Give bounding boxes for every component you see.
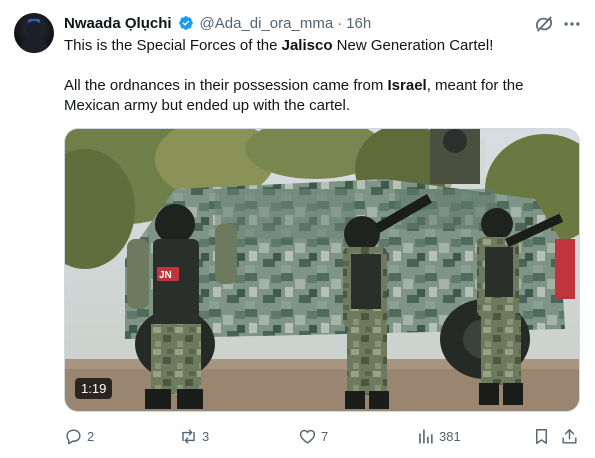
verified-badge-icon: [178, 16, 193, 30]
line2-pre: All the ordnances in their possession ca…: [64, 77, 388, 94]
tweet-text-line-3: Mexican army but ended up with the carte…: [64, 97, 350, 114]
reply-count: 2: [87, 428, 95, 444]
heart-icon: [299, 429, 316, 444]
repost-button[interactable]: 3: [179, 425, 209, 447]
bookmark-icon: [536, 428, 547, 444]
more-icon[interactable]: [562, 14, 582, 34]
separator-dot: ·: [337, 14, 343, 32]
avatar[interactable]: [14, 13, 54, 53]
line1-post: New Generation Cartel!: [332, 37, 494, 54]
views-icon: [419, 428, 433, 444]
reply-button[interactable]: 2: [64, 425, 94, 447]
line2-post: , meant for the: [426, 77, 524, 94]
repost-icon: [182, 428, 195, 444]
tweet-time[interactable]: 16h: [346, 15, 371, 32]
views-button[interactable]: 381: [416, 425, 461, 447]
like-count: 7: [321, 428, 329, 444]
video-player[interactable]: JN 1:19: [64, 128, 580, 412]
like-button[interactable]: 7: [298, 425, 328, 447]
video-frame: JN: [65, 129, 579, 411]
author-handle[interactable]: @Ada_di_ora_mma: [200, 15, 334, 32]
line1-bold: Jalisco: [281, 37, 333, 54]
author-name[interactable]: Nwaada Ọlụchi: [64, 15, 172, 32]
repost-count: 3: [202, 428, 210, 444]
views-count: 381: [439, 428, 461, 444]
avatar-shoulders: [19, 38, 49, 53]
patch-text: JN: [159, 270, 172, 281]
tweet-header: Nwaada Ọlụchi @Ada_di_ora_mma · 16h: [64, 12, 371, 34]
share-icon: [562, 428, 577, 444]
reply-icon: [66, 428, 81, 444]
video-duration: 1:19: [75, 378, 113, 399]
avatar-head: [26, 21, 42, 39]
line1-pre: This is the Special Forces of the: [64, 37, 282, 54]
grok-icon[interactable]: [534, 14, 554, 34]
share-button[interactable]: [560, 425, 579, 447]
tweet-text-line-2: All the ordnances in their possession ca…: [64, 76, 523, 96]
line2-bold: Israel: [387, 77, 427, 94]
tweet-text-line-1: This is the Special Forces of the Jalisc…: [64, 36, 493, 56]
bookmark-button[interactable]: [532, 425, 551, 447]
